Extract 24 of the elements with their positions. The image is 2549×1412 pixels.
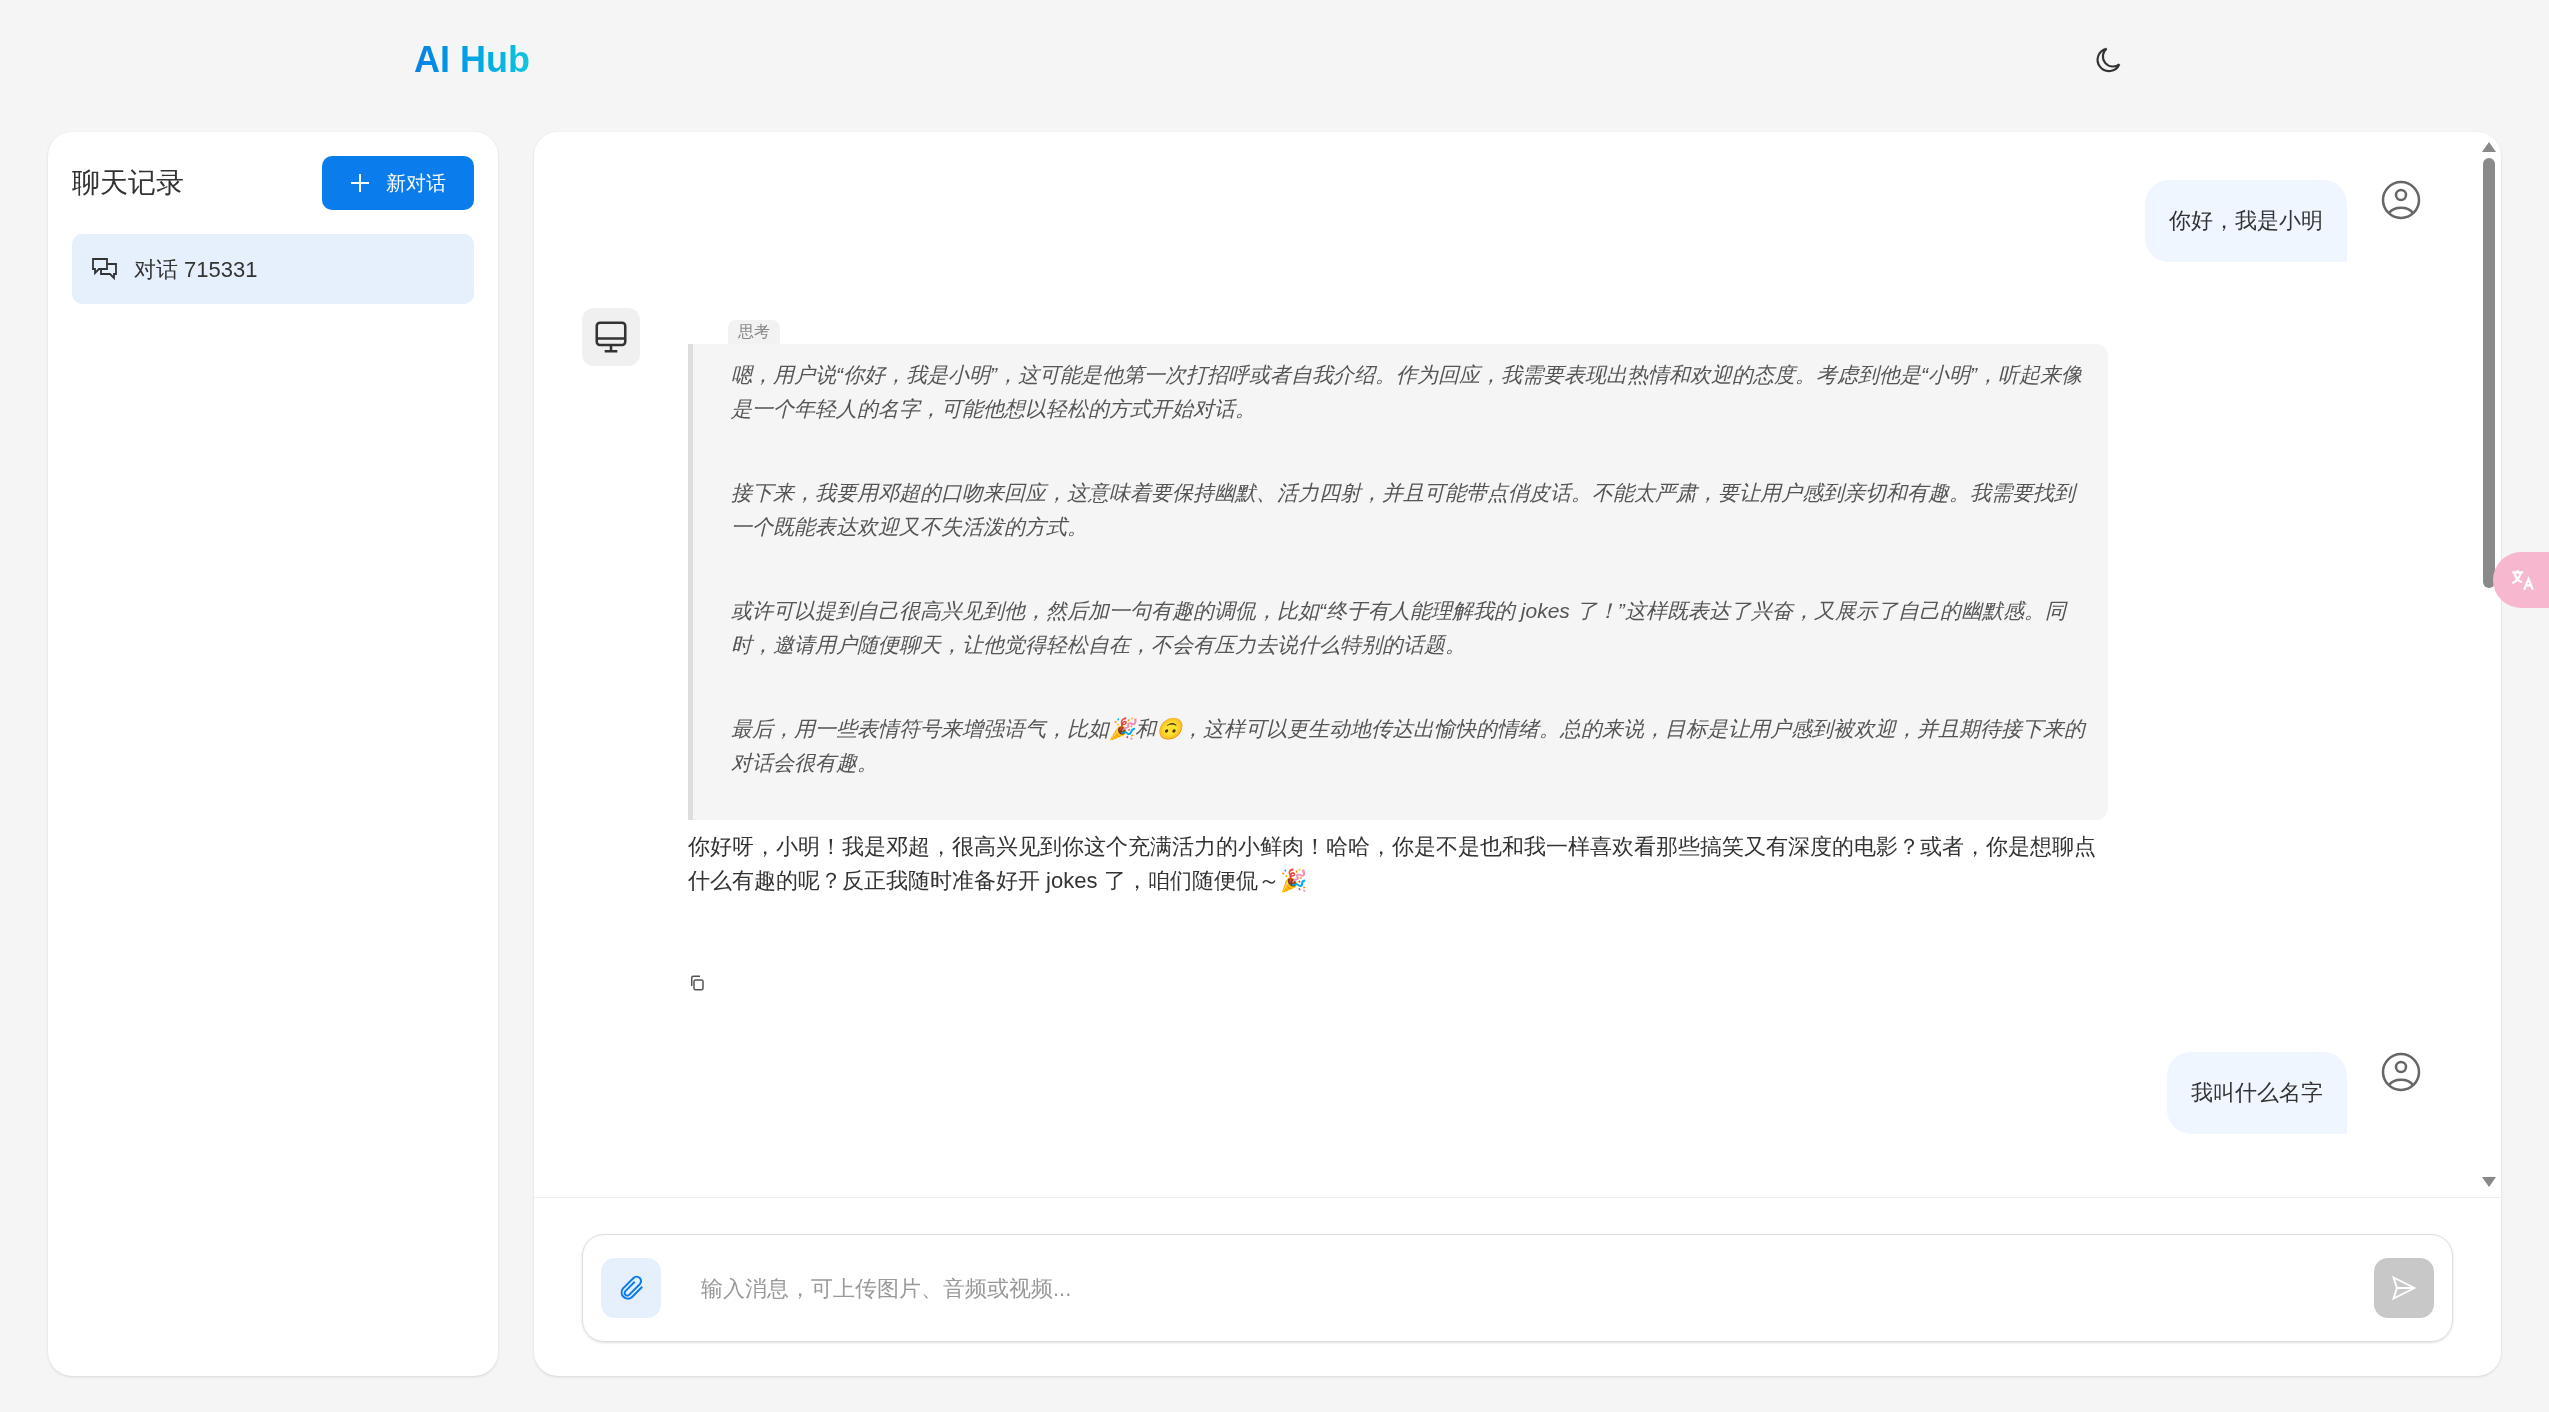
message-field[interactable]: 输入消息，可上传图片、音频或视频... xyxy=(582,1234,2453,1342)
think-paragraph: 或许可以提到自己很高兴见到他，然后加一句有趣的调侃，比如“终于有人能理解我的 jokes 了！”这样既表达了兴奋，又展示了自己的幽默感。同时，邀请用户随便聊天，让他觉得轻松自在，不会有压力去说什么特别的话题。 xyxy=(731,598,2069,658)
copy-icon[interactable] xyxy=(688,974,706,992)
bot-message: 你好呀，小明！我是邓超，很高兴见到你这个充满活力的小鲜肉！哈哈，你是不是也和我一样喜欢看那些搞笑又有深度的电影？或者，你是想聊点什么有趣的呢？反正我随时准备好开 jokes 了，咱们随便侃～🎉 xyxy=(688,833,2097,895)
bot-avatar-icon xyxy=(582,308,640,366)
new-chat-button[interactable]: 新对话 xyxy=(322,156,474,210)
user-message: 你好，我是小明 xyxy=(2145,180,2347,262)
message-input[interactable]: 输入消息，可上传图片、音频或视频... xyxy=(701,1271,2334,1305)
plus-icon xyxy=(350,173,370,193)
user-avatar-icon xyxy=(2381,180,2421,220)
chat-bubbles-icon xyxy=(90,256,118,282)
sidebar-title: 聊天记录 xyxy=(72,166,184,200)
scrollbar-thumb[interactable] xyxy=(2483,158,2495,588)
user-message: 我叫什么名字 xyxy=(2167,1052,2347,1134)
attach-button[interactable] xyxy=(601,1258,661,1318)
scroll-up-icon[interactable] xyxy=(2482,142,2496,152)
think-paragraph: 最后，用一些表情符号来增强语气，比如🎉和🙃，这样可以更生动地传达出愉快的情绪。总的来说，目标是让用户感到被欢迎，并且期待接下来的对话会很有趣。 xyxy=(731,716,2088,776)
think-label: 思考 xyxy=(728,320,780,344)
think-paragraph: 嗯，用户说“你好，我是小明”，这可能是他第一次打招呼或者自我介绍。作为回应，我需要表现出热情和欢迎的态度。考虑到他是“小明”，听起来像是一个年轻人的名字，可能他想以轻松的方式开始对话。 xyxy=(731,362,2083,422)
send-icon xyxy=(2390,1274,2418,1302)
think-paragraph: 接下来，我要用邓超的口吻来回应，这意味着要保持幽默、活力四射，并且可能带点俏皮话。不能太严肃，要让用户感到亲切和有趣。我需要找到一个既能表达欢迎又不失活泼的方式。 xyxy=(731,476,2088,544)
user-avatar-icon xyxy=(2381,1052,2421,1092)
conversation-item[interactable]: 对话 715331 xyxy=(72,234,474,304)
scroll-down-icon[interactable] xyxy=(2482,1177,2496,1187)
